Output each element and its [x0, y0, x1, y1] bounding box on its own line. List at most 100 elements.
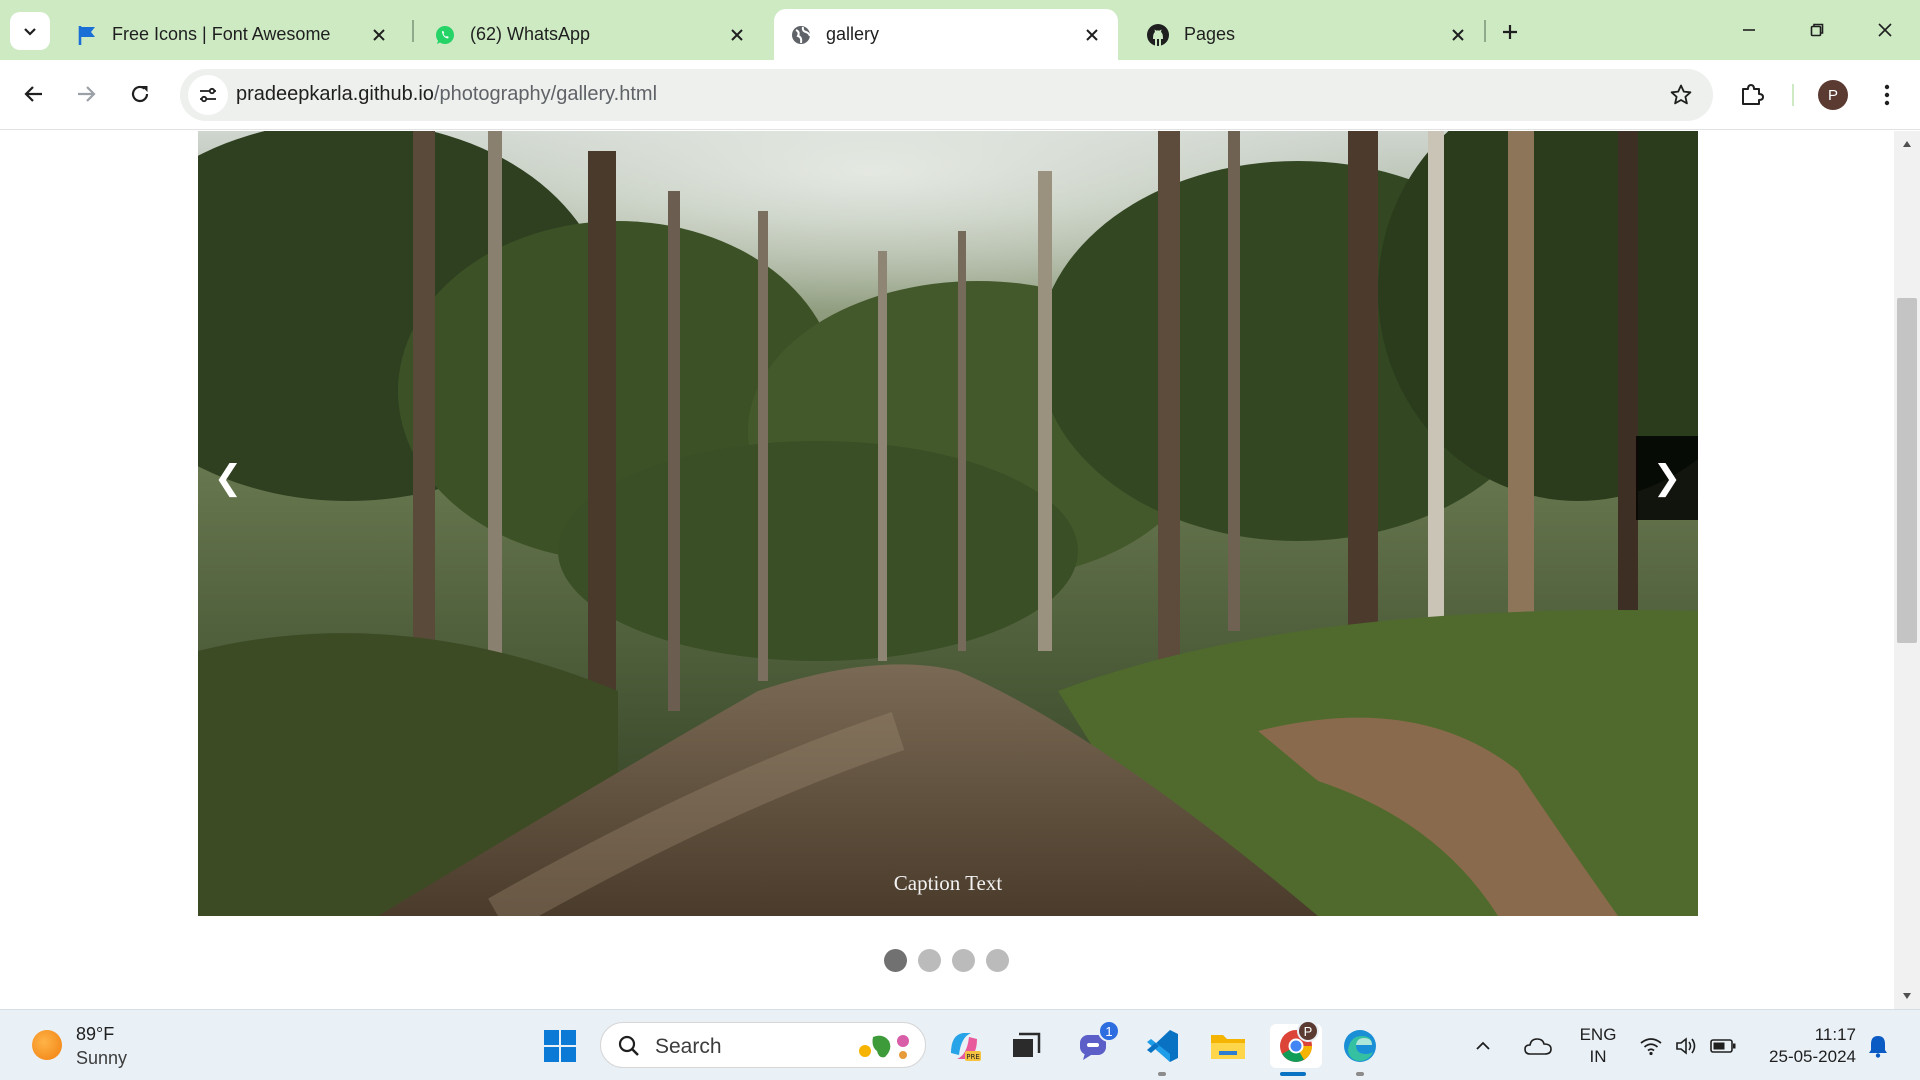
- puzzle-icon: [1742, 84, 1764, 105]
- chat-notification-badge: 1: [1098, 1020, 1120, 1042]
- vscode-button[interactable]: [1140, 1024, 1184, 1068]
- star-icon: [1670, 84, 1692, 105]
- weather-description[interactable]: Sunny: [76, 1048, 127, 1069]
- site-info-button[interactable]: [188, 75, 228, 115]
- bookmark-button[interactable]: [1667, 81, 1695, 109]
- close-tab-button[interactable]: [367, 23, 391, 47]
- restore-button[interactable]: [1794, 12, 1840, 48]
- tab-title: (62) WhatsApp: [470, 24, 591, 44]
- task-view-icon: [1013, 1032, 1041, 1057]
- url-text[interactable]: pradeepkarla.github.io/photography/galle…: [236, 83, 657, 106]
- close-tab-button[interactable]: [1080, 23, 1104, 47]
- scroll-up-button[interactable]: [1894, 134, 1920, 154]
- volume-status[interactable]: [1670, 1024, 1704, 1068]
- url-host: pradeepkarla.github.io: [236, 83, 434, 105]
- restore-icon: [1810, 23, 1824, 37]
- edge-icon: [1344, 1030, 1376, 1062]
- slide-caption: Caption Text: [893, 871, 1003, 895]
- copilot-button[interactable]: PRE: [942, 1024, 986, 1068]
- clock-time: 11:17: [1814, 1025, 1856, 1044]
- reload-button[interactable]: [120, 74, 160, 114]
- tab-gallery[interactable]: gallery: [774, 9, 1118, 60]
- tab-title: gallery: [826, 24, 880, 44]
- minimize-button[interactable]: [1726, 12, 1772, 48]
- vscode-running-indicator: [1158, 1072, 1166, 1076]
- plus-icon: [1503, 25, 1517, 39]
- new-tab-button[interactable]: [1494, 16, 1526, 48]
- tab-search-button[interactable]: [10, 12, 50, 50]
- next-slide-button[interactable]: ❯: [1636, 436, 1698, 520]
- tune-icon: [200, 87, 216, 103]
- close-icon: [373, 28, 385, 41]
- search-highlight-icon: [859, 1035, 909, 1059]
- reload-icon: [131, 85, 149, 103]
- tab-font-awesome[interactable]: Free Icons | Font Awesome: [60, 9, 405, 60]
- slide-dot-2[interactable]: [918, 949, 941, 972]
- extensions-button[interactable]: [1734, 76, 1770, 112]
- onedrive-button[interactable]: [1516, 1024, 1560, 1068]
- chevron-up-icon: [1476, 1041, 1490, 1050]
- arrow-left-icon: [24, 86, 42, 102]
- task-view-button[interactable]: [1004, 1024, 1048, 1068]
- tab-title: Pages: [1184, 24, 1236, 44]
- vscode-icon: [1147, 1030, 1178, 1062]
- browser-toolbar: pradeepkarla.github.io/photography/galle…: [0, 60, 1920, 130]
- scroll-down-button[interactable]: [1894, 986, 1920, 1006]
- windows-logo-icon: [544, 1030, 576, 1062]
- scrollbar-thumb[interactable]: [1897, 298, 1917, 643]
- notifications-button[interactable]: [1858, 1024, 1898, 1068]
- close-tab-button[interactable]: [725, 23, 749, 47]
- kebab-menu-icon: [1884, 84, 1890, 106]
- tab-strip: Free Icons | Font Awesome (62) WhatsApp …: [0, 0, 1920, 60]
- address-bar[interactable]: pradeepkarla.github.io/photography/galle…: [180, 69, 1713, 121]
- close-icon: [1452, 28, 1464, 41]
- network-status[interactable]: [1634, 1024, 1668, 1068]
- slide-dot-3[interactable]: [952, 949, 975, 972]
- back-button[interactable]: [14, 74, 54, 114]
- close-icon: [1878, 23, 1892, 37]
- whatsapp-icon: [436, 25, 454, 44]
- browser-menu-button[interactable]: [1870, 78, 1904, 112]
- battery-icon: [1710, 1039, 1736, 1053]
- forest-path-photo: [198, 131, 1698, 916]
- cloud-icon: [1524, 1038, 1552, 1055]
- language-indicator[interactable]: ENG IN: [1576, 1024, 1620, 1068]
- show-hidden-icons-button[interactable]: [1468, 1024, 1498, 1068]
- slide-indicators: [884, 949, 1009, 972]
- wifi-icon: [1640, 1038, 1662, 1056]
- file-explorer-button[interactable]: [1206, 1024, 1250, 1068]
- region-code: IN: [1589, 1047, 1607, 1066]
- taskbar-search[interactable]: Search: [600, 1022, 926, 1068]
- globe-icon: [792, 25, 811, 44]
- start-button[interactable]: [538, 1024, 582, 1068]
- weather-temperature[interactable]: 89°F: [76, 1024, 114, 1045]
- copilot-icon: PRE: [951, 1033, 981, 1061]
- close-window-button[interactable]: [1862, 12, 1908, 48]
- forward-button[interactable]: [66, 74, 106, 114]
- close-tab-button[interactable]: [1446, 23, 1470, 47]
- chevron-down-icon: [24, 28, 36, 36]
- page-viewport: ❮ ❯ Caption Text: [0, 131, 1920, 1009]
- battery-status[interactable]: [1706, 1024, 1740, 1068]
- bell-icon: [1869, 1036, 1887, 1058]
- font-awesome-flag-icon: [78, 25, 95, 45]
- url-path: /photography/gallery.html: [433, 83, 658, 105]
- tab-pages[interactable]: Pages: [1130, 9, 1484, 60]
- tab-title: Free Icons | Font Awesome: [112, 24, 331, 44]
- slide-dot-4[interactable]: [986, 949, 1009, 972]
- sun-icon[interactable]: [32, 1030, 62, 1060]
- language-code: ENG: [1579, 1025, 1617, 1044]
- tab-whatsapp[interactable]: (62) WhatsApp: [418, 9, 763, 60]
- close-icon: [1086, 28, 1098, 41]
- edge-button[interactable]: [1338, 1024, 1382, 1068]
- toolbar-separator: [1792, 84, 1794, 106]
- edge-running-indicator: [1356, 1072, 1364, 1076]
- profile-avatar[interactable]: P: [1818, 80, 1848, 110]
- clock-date: 25-05-2024: [1769, 1047, 1856, 1066]
- github-icon: [1147, 23, 1169, 46]
- previous-slide-button[interactable]: ❮: [198, 436, 258, 520]
- system-clock[interactable]: 11:17 25-05-2024: [1769, 1024, 1856, 1068]
- search-icon: [618, 1035, 639, 1056]
- close-icon: [731, 28, 743, 41]
- slide-dot-1[interactable]: [884, 949, 907, 972]
